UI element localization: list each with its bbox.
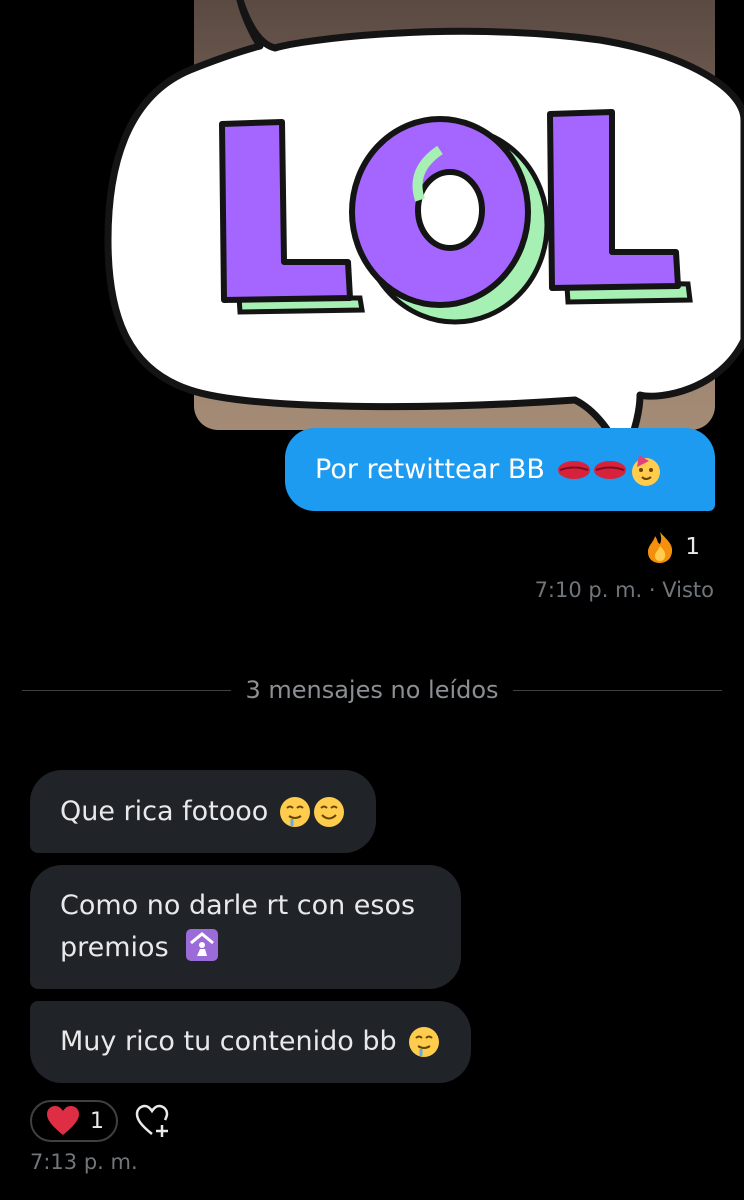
sent-reaction[interactable]: 1 bbox=[645, 530, 700, 564]
lol-sticker bbox=[104, 0, 744, 464]
kiss-mark-icon bbox=[593, 460, 626, 479]
drooling-face-icon bbox=[280, 796, 311, 827]
received-message-text: Que rica fotooo bbox=[60, 795, 269, 827]
smiling-face-icon bbox=[314, 796, 345, 827]
received-message-bubble[interactable]: Muy rico tu contenido bb bbox=[30, 1001, 471, 1083]
received-reaction-row: 1 bbox=[30, 1100, 170, 1142]
place-of-worship-icon bbox=[186, 929, 219, 961]
unread-divider: 3 mensajes no leídos bbox=[22, 672, 723, 708]
heart-icon bbox=[47, 1106, 79, 1135]
sent-reaction-count: 1 bbox=[685, 534, 700, 560]
fire-icon bbox=[648, 532, 673, 563]
heart-reaction-count: 1 bbox=[90, 1108, 104, 1134]
received-message-text: Muy rico tu contenido bb bbox=[60, 1026, 397, 1057]
divider-line bbox=[512, 689, 723, 691]
sent-message-bubble[interactable]: Por retwittear BB bbox=[285, 428, 715, 511]
received-message-bubble[interactable]: Como no darle rt con esos premios bbox=[30, 865, 461, 989]
sent-message-text: Por retwittear BB bbox=[315, 454, 545, 485]
received-message-bubble[interactable]: Que rica fotooo bbox=[30, 770, 377, 853]
sent-timestamp: 7:10 p. m. · Visto bbox=[534, 578, 714, 602]
dm-conversation: Por retwittear BB 1 7:10 p. m. · Visto 3… bbox=[0, 0, 744, 1200]
partying-face-icon bbox=[631, 454, 660, 486]
received-message-text: Como no darle rt con esos premios bbox=[60, 890, 416, 963]
heart-reaction-pill[interactable]: 1 bbox=[30, 1100, 118, 1142]
kiss-mark-icon bbox=[557, 460, 590, 479]
add-reaction-icon[interactable] bbox=[134, 1103, 170, 1139]
received-timestamp: 7:13 p. m. bbox=[30, 1150, 138, 1174]
unread-label: 3 mensajes no leídos bbox=[245, 676, 499, 704]
divider-line bbox=[22, 689, 232, 691]
drooling-face-icon bbox=[408, 1027, 439, 1057]
